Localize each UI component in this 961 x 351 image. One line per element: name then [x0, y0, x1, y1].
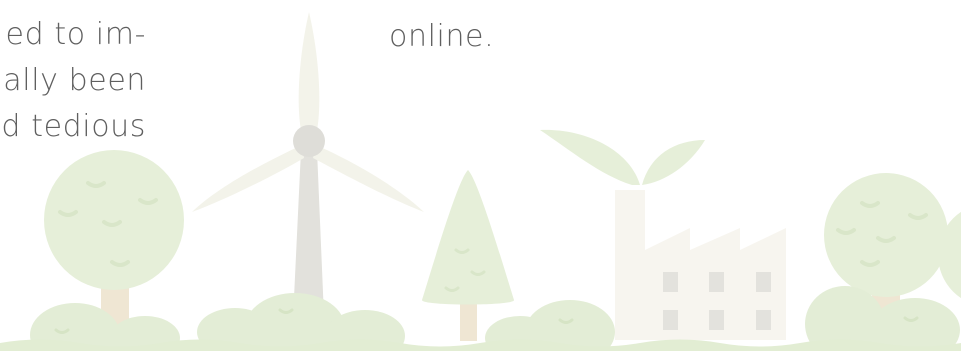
text-line: d tedious	[1, 109, 146, 144]
top-edge	[0, 0, 961, 6]
text-line: nally been	[0, 63, 146, 98]
text-line: ed to im-	[5, 17, 146, 52]
left-text-column: ed to im- nally been d tedious	[0, 12, 146, 150]
text-line: online.	[389, 19, 495, 54]
page: ed to im- nally been d tedious online.	[0, 0, 961, 351]
wind-turbine-icon	[192, 12, 424, 340]
right-text-column: online.	[389, 14, 494, 60]
pine-tree-icon	[421, 170, 515, 341]
